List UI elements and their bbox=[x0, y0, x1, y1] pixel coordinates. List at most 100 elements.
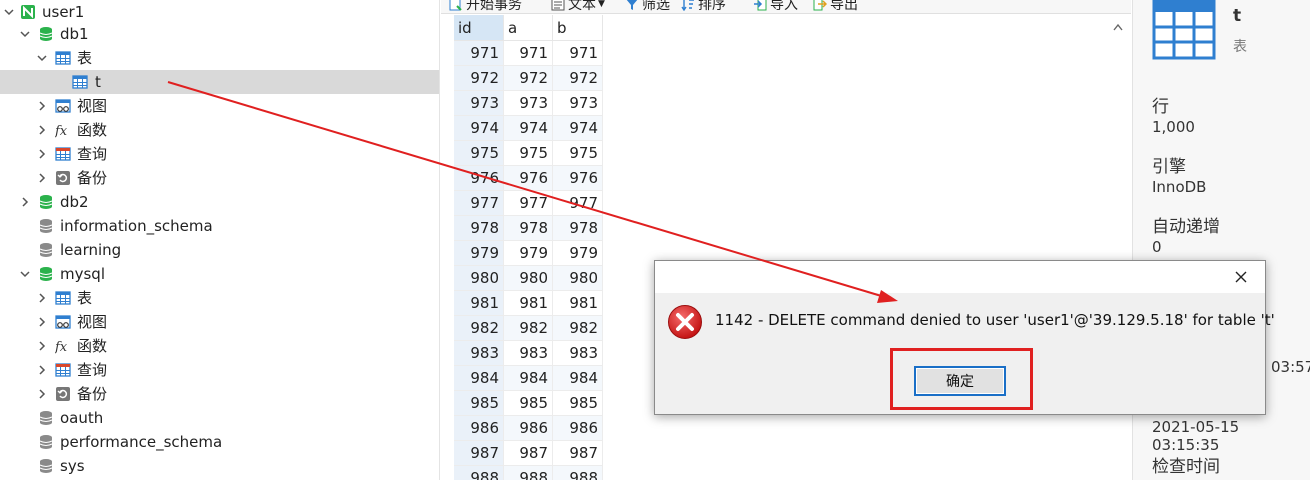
tree-node-oauth[interactable]: oauth bbox=[0, 406, 439, 430]
table-cell[interactable]: 980 bbox=[504, 266, 553, 291]
chevron-right-icon[interactable] bbox=[19, 196, 31, 208]
table-cell[interactable]: 972 bbox=[454, 66, 504, 91]
tree-node-table-t[interactable]: t bbox=[0, 70, 439, 94]
table-cell[interactable]: 979 bbox=[553, 241, 603, 266]
table-cell[interactable]: 978 bbox=[454, 216, 504, 241]
column-header-a[interactable]: a bbox=[504, 15, 553, 41]
table-cell[interactable]: 973 bbox=[504, 91, 553, 116]
tree-node-information-schema[interactable]: information_schema bbox=[0, 214, 439, 238]
export-button[interactable]: 导出 bbox=[813, 0, 858, 13]
tree-node-connection[interactable]: user1 bbox=[0, 0, 439, 24]
table-cell[interactable]: 973 bbox=[454, 91, 504, 116]
table-cell[interactable]: 985 bbox=[454, 391, 504, 416]
chevron-down-icon[interactable] bbox=[3, 6, 15, 18]
table-cell[interactable]: 979 bbox=[454, 241, 504, 266]
table-cell[interactable]: 976 bbox=[553, 166, 603, 191]
chevron-down-icon[interactable] bbox=[36, 52, 48, 64]
table-cell[interactable]: 988 bbox=[553, 466, 603, 480]
chevron-right-icon[interactable] bbox=[36, 364, 48, 376]
column-header-b[interactable]: b bbox=[553, 15, 603, 41]
table-cell[interactable]: 977 bbox=[504, 191, 553, 216]
table-cell[interactable]: 973 bbox=[553, 91, 603, 116]
table-cell[interactable]: 974 bbox=[553, 116, 603, 141]
table-cell[interactable]: 975 bbox=[454, 141, 504, 166]
scroll-up-icon[interactable] bbox=[1111, 21, 1125, 33]
chevron-right-icon[interactable] bbox=[36, 100, 48, 112]
tree-node-db1-backups[interactable]: 备份 bbox=[0, 166, 439, 190]
ok-button[interactable]: 确定 bbox=[914, 366, 1006, 396]
table-cell[interactable]: 985 bbox=[553, 391, 603, 416]
table-cell[interactable]: 984 bbox=[504, 366, 553, 391]
tree-node-mysql-queries[interactable]: 查询 bbox=[0, 358, 439, 382]
tree-node-performance-schema[interactable]: performance_schema bbox=[0, 430, 439, 454]
table-cell[interactable]: 986 bbox=[504, 416, 553, 441]
begin-transaction-button[interactable]: 开始事务 bbox=[449, 0, 522, 13]
tree-node-mysql-functions[interactable]: fx 函数 bbox=[0, 334, 439, 358]
table-cell[interactable]: 971 bbox=[504, 41, 553, 66]
chevron-right-icon[interactable] bbox=[36, 148, 48, 160]
table-cell[interactable]: 983 bbox=[504, 341, 553, 366]
table-cell[interactable]: 974 bbox=[504, 116, 553, 141]
table-cell[interactable]: 972 bbox=[504, 66, 553, 91]
table-cell[interactable]: 986 bbox=[454, 416, 504, 441]
tree-node-db2[interactable]: db2 bbox=[0, 190, 439, 214]
table-cell[interactable]: 977 bbox=[454, 191, 504, 216]
text-view-button[interactable]: 文本 ▼ bbox=[551, 0, 605, 13]
table-cell[interactable]: 987 bbox=[504, 441, 553, 466]
table-cell[interactable]: 979 bbox=[504, 241, 553, 266]
table-cell[interactable]: 971 bbox=[553, 41, 603, 66]
table-cell[interactable]: 976 bbox=[504, 166, 553, 191]
filter-button[interactable]: 筛选 bbox=[625, 0, 670, 13]
table-cell[interactable]: 980 bbox=[454, 266, 504, 291]
table-cell[interactable]: 985 bbox=[504, 391, 553, 416]
table-cell[interactable]: 975 bbox=[553, 141, 603, 166]
table-cell[interactable]: 974 bbox=[454, 116, 504, 141]
sort-button[interactable]: 排序 bbox=[681, 0, 726, 13]
table-cell[interactable]: 976 bbox=[454, 166, 504, 191]
chevron-right-icon[interactable] bbox=[36, 316, 48, 328]
table-cell[interactable]: 988 bbox=[454, 466, 504, 480]
tree-node-sys[interactable]: sys bbox=[0, 454, 439, 478]
table-cell[interactable]: 987 bbox=[553, 441, 603, 466]
tree-node-db1-functions[interactable]: fx 函数 bbox=[0, 118, 439, 142]
column-header-id[interactable]: id bbox=[454, 15, 504, 41]
chevron-right-icon[interactable] bbox=[36, 124, 48, 136]
chevron-down-icon[interactable]: ▼ bbox=[598, 0, 605, 9]
tree-node-mysql[interactable]: mysql bbox=[0, 262, 439, 286]
table-cell[interactable]: 980 bbox=[553, 266, 603, 291]
table-cell[interactable]: 982 bbox=[454, 316, 504, 341]
chevron-down-icon[interactable] bbox=[19, 268, 31, 280]
chevron-right-icon[interactable] bbox=[36, 388, 48, 400]
table-cell[interactable]: 983 bbox=[553, 341, 603, 366]
tree-node-mysql-tables[interactable]: 表 bbox=[0, 286, 439, 310]
table-cell[interactable]: 984 bbox=[553, 366, 603, 391]
tree-node-db1-queries[interactable]: 查询 bbox=[0, 142, 439, 166]
tree-node-db1[interactable]: db1 bbox=[0, 22, 439, 46]
tree-node-learning[interactable]: learning bbox=[0, 238, 439, 262]
table-cell[interactable]: 972 bbox=[553, 66, 603, 91]
close-icon[interactable] bbox=[1231, 267, 1251, 287]
table-cell[interactable]: 971 bbox=[454, 41, 504, 66]
table-cell[interactable]: 983 bbox=[454, 341, 504, 366]
chevron-down-icon[interactable] bbox=[19, 28, 31, 40]
table-cell[interactable]: 988 bbox=[504, 466, 553, 480]
table-cell[interactable]: 986 bbox=[553, 416, 603, 441]
chevron-right-icon[interactable] bbox=[36, 292, 48, 304]
table-cell[interactable]: 987 bbox=[454, 441, 504, 466]
table-cell[interactable]: 978 bbox=[553, 216, 603, 241]
table-cell[interactable]: 981 bbox=[504, 291, 553, 316]
table-cell[interactable]: 975 bbox=[504, 141, 553, 166]
table-cell[interactable]: 982 bbox=[553, 316, 603, 341]
tree-node-db1-views[interactable]: 视图 bbox=[0, 94, 439, 118]
table-cell[interactable]: 978 bbox=[504, 216, 553, 241]
table-cell[interactable]: 981 bbox=[454, 291, 504, 316]
tree-node-mysql-views[interactable]: 视图 bbox=[0, 310, 439, 334]
chevron-right-icon[interactable] bbox=[36, 340, 48, 352]
table-cell[interactable]: 977 bbox=[553, 191, 603, 216]
table-cell[interactable]: 984 bbox=[454, 366, 504, 391]
table-cell[interactable]: 981 bbox=[553, 291, 603, 316]
chevron-right-icon[interactable] bbox=[36, 172, 48, 184]
table-cell[interactable]: 982 bbox=[504, 316, 553, 341]
tree-node-db1-tables[interactable]: 表 bbox=[0, 46, 439, 70]
tree-node-mysql-backups[interactable]: 备份 bbox=[0, 382, 439, 406]
